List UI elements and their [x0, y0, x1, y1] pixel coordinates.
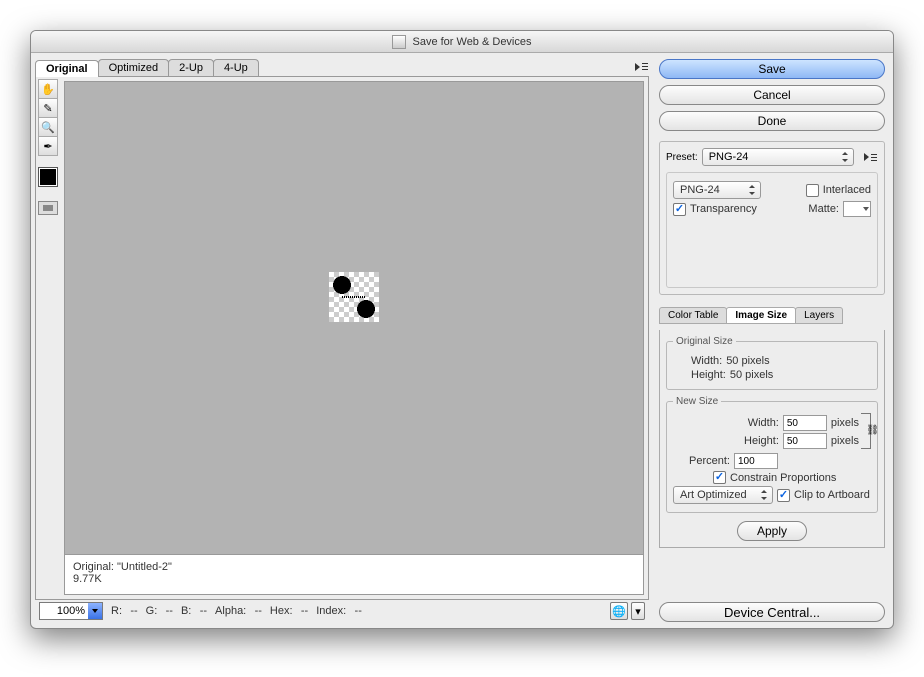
save-button[interactable]: Save: [659, 59, 885, 79]
transparency-label: Transparency: [690, 203, 757, 215]
clip-checkbox[interactable]: [777, 489, 790, 502]
new-size-legend: New Size: [673, 396, 721, 407]
tab-image-size[interactable]: Image Size: [726, 307, 796, 324]
dialog-window: Save for Web & Devices Original Optimize…: [30, 30, 894, 629]
app-icon: [392, 35, 406, 49]
readout-g: G: --: [146, 605, 173, 617]
zoom-input[interactable]: [40, 603, 88, 619]
device-central-button[interactable]: Device Central...: [659, 602, 885, 622]
readout-index: Index: --: [316, 605, 362, 617]
percent-input[interactable]: [734, 453, 778, 469]
interlaced-checkbox[interactable]: [806, 184, 819, 197]
work-area: ✋ ✎ 🔍 ✒ Original: "Untitled-2" 9.77K: [35, 77, 649, 600]
done-button[interactable]: Done: [659, 111, 885, 131]
zoom-tool-icon[interactable]: 🔍: [38, 117, 58, 137]
readout-alpha: Alpha: --: [215, 605, 262, 617]
tab-original[interactable]: Original: [35, 60, 99, 77]
pixels-label: pixels: [831, 417, 859, 429]
readout-r: R: --: [111, 605, 138, 617]
matte-label: Matte:: [808, 203, 839, 215]
tab-layers[interactable]: Layers: [795, 307, 843, 324]
original-size-legend: Original Size: [673, 336, 736, 347]
preview-name: Original: "Untitled-2": [73, 561, 635, 573]
window-title: Save for Web & Devices: [412, 36, 531, 48]
preset-fieldset: Preset: PNG-24 PNG-24 Interlaced Transpa…: [659, 141, 885, 295]
tab-2up[interactable]: 2-Up: [168, 59, 214, 76]
orig-height-value: 50 pixels: [730, 369, 773, 381]
format-select[interactable]: PNG-24: [673, 181, 761, 199]
preview-canvas[interactable]: [65, 82, 643, 554]
canvas-wrap: Original: "Untitled-2" 9.77K: [64, 81, 644, 595]
interlaced-label: Interlaced: [823, 184, 871, 196]
preset-select[interactable]: PNG-24: [702, 148, 854, 166]
preview-flyout-menu-icon[interactable]: [633, 60, 649, 74]
browser-dropdown-icon[interactable]: ▾: [631, 602, 645, 620]
tab-4up[interactable]: 4-Up: [213, 59, 259, 76]
preset-flyout-menu-icon[interactable]: [862, 150, 878, 164]
tool-strip: ✋ ✎ 🔍 ✒: [36, 77, 60, 599]
original-size-fieldset: Original Size Width:50 pixels Height:50 …: [666, 336, 878, 390]
browser-preview-icon[interactable]: 🌐: [610, 602, 628, 620]
new-size-fieldset: New Size Width: pixels Height: pi: [666, 396, 878, 513]
cancel-button[interactable]: Cancel: [659, 85, 885, 105]
clip-label: Clip to Artboard: [794, 489, 870, 501]
readout-b: B: --: [181, 605, 207, 617]
zoom-field[interactable]: [39, 602, 103, 620]
image-size-panel: Original Size Width:50 pixels Height:50 …: [659, 330, 885, 548]
new-height-label: Height:: [744, 435, 779, 447]
eyedropper-tool-icon[interactable]: ✒: [38, 136, 58, 156]
left-panel: Original Optimized 2-Up 4-Up ✋ ✎ 🔍 ✒: [31, 53, 655, 628]
right-panel: Save Cancel Done Preset: PNG-24 PNG-24 I…: [655, 53, 893, 628]
new-width-input[interactable]: [783, 415, 827, 431]
image-preview: [329, 272, 379, 322]
new-height-input[interactable]: [783, 433, 827, 449]
apply-button[interactable]: Apply: [737, 521, 807, 541]
readout-hex: Hex: --: [270, 605, 308, 617]
view-tabs: Original Optimized 2-Up 4-Up: [35, 57, 649, 77]
titlebar: Save for Web & Devices: [31, 31, 893, 53]
tab-color-table[interactable]: Color Table: [659, 307, 727, 324]
new-width-label: Width:: [748, 417, 779, 429]
link-icon[interactable]: [861, 413, 871, 449]
matte-select[interactable]: [843, 201, 871, 217]
preview-meta: Original: "Untitled-2" 9.77K: [65, 554, 643, 594]
color-swatch[interactable]: [38, 167, 58, 187]
hand-tool-icon[interactable]: ✋: [38, 79, 58, 99]
slice-select-tool-icon[interactable]: ✎: [38, 98, 58, 118]
orig-width-value: 50 pixels: [726, 355, 769, 367]
constrain-checkbox[interactable]: [713, 471, 726, 484]
zoom-dropdown-icon[interactable]: [88, 603, 102, 619]
preset-label: Preset:: [666, 152, 698, 163]
tab-optimized[interactable]: Optimized: [98, 59, 170, 76]
orig-width-label: Width:: [691, 355, 722, 367]
percent-label: Percent:: [689, 455, 730, 467]
constrain-label: Constrain Proportions: [730, 472, 836, 484]
orig-height-label: Height:: [691, 369, 726, 381]
status-bar: R: -- G: -- B: -- Alpha: -- Hex: -- Inde…: [35, 600, 649, 622]
preview-size: 9.77K: [73, 573, 635, 585]
transparency-checkbox[interactable]: [673, 203, 686, 216]
pixels-label-2: pixels: [831, 435, 859, 447]
content: Original Optimized 2-Up 4-Up ✋ ✎ 🔍 ✒: [31, 53, 893, 628]
quality-select[interactable]: Art Optimized: [673, 486, 773, 504]
toggle-slices-icon[interactable]: [38, 201, 58, 215]
sub-tabs: Color Table Image Size Layers: [659, 307, 885, 324]
